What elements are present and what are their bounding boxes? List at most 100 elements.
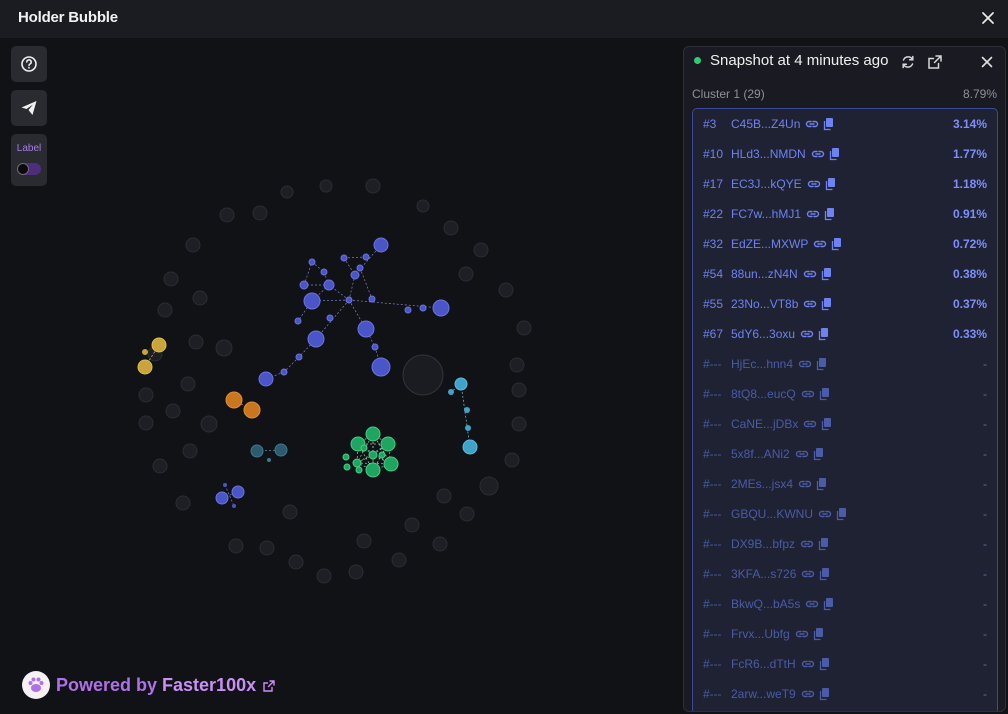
bubble[interactable] bbox=[416, 199, 430, 213]
bubble[interactable] bbox=[404, 517, 420, 533]
holder-bubble[interactable] bbox=[464, 407, 470, 413]
holder-address[interactable]: GBQU...KWNU bbox=[731, 507, 813, 521]
holder-address[interactable]: FcR6...dTtH bbox=[731, 657, 796, 671]
holder-bubble[interactable] bbox=[267, 458, 271, 462]
bubble[interactable] bbox=[152, 458, 168, 474]
copy-icon[interactable] bbox=[819, 567, 831, 586]
bubble[interactable] bbox=[473, 242, 489, 258]
link-icon[interactable] bbox=[813, 237, 827, 256]
copy-icon[interactable] bbox=[816, 477, 828, 496]
holder-row[interactable]: #--- Frvx...Ubfg - bbox=[693, 619, 997, 649]
holder-address[interactable]: 23No...VT8b bbox=[731, 297, 798, 311]
bubble[interactable] bbox=[163, 271, 179, 287]
holder-address[interactable]: Frvx...Ubfg bbox=[731, 627, 790, 641]
holder-row[interactable]: #--- DX9B...bfpz - bbox=[693, 529, 997, 559]
bubble[interactable] bbox=[259, 540, 275, 556]
link-icon[interactable] bbox=[811, 147, 825, 166]
holder-address[interactable]: 88un...zN4N bbox=[731, 267, 798, 281]
holder-bubble[interactable] bbox=[380, 436, 396, 452]
holder-address[interactable]: C45B...Z4Un bbox=[731, 117, 800, 131]
bubble[interactable] bbox=[436, 488, 452, 504]
holder-bubble[interactable] bbox=[323, 279, 335, 291]
bubble[interactable] bbox=[288, 554, 304, 570]
bubble[interactable] bbox=[459, 506, 475, 522]
bubble[interactable] bbox=[188, 334, 204, 350]
copy-icon[interactable] bbox=[823, 117, 835, 136]
copy-icon[interactable] bbox=[816, 357, 828, 376]
copy-icon[interactable] bbox=[821, 267, 833, 286]
bubble[interactable] bbox=[432, 536, 448, 552]
copy-icon[interactable] bbox=[818, 537, 830, 556]
telegram-button[interactable] bbox=[11, 90, 47, 126]
bubble[interactable] bbox=[443, 220, 459, 236]
holder-address[interactable]: BkwQ...bA5s bbox=[731, 597, 800, 611]
bubble[interactable] bbox=[319, 179, 333, 193]
link-icon[interactable] bbox=[805, 597, 819, 616]
holder-bubble[interactable] bbox=[223, 483, 227, 487]
copy-icon[interactable] bbox=[813, 447, 825, 466]
copy-icon[interactable] bbox=[818, 327, 830, 346]
bubble[interactable] bbox=[504, 452, 520, 468]
copy-icon[interactable] bbox=[819, 387, 831, 406]
bubble[interactable] bbox=[138, 415, 154, 431]
close-icon[interactable] bbox=[978, 8, 998, 28]
bubble[interactable] bbox=[356, 533, 372, 549]
holder-bubble[interactable] bbox=[371, 343, 379, 351]
holder-row[interactable]: #--- FcR6...dTtH - bbox=[693, 649, 997, 679]
link-icon[interactable] bbox=[818, 507, 832, 526]
link-icon[interactable] bbox=[798, 477, 812, 496]
holder-address[interactable]: FC7w...hMJ1 bbox=[731, 207, 801, 221]
link-icon[interactable] bbox=[801, 687, 815, 706]
bubble[interactable] bbox=[402, 354, 444, 396]
holder-row[interactable]: #--- 2arw...weT9 - bbox=[693, 679, 997, 709]
copy-icon[interactable] bbox=[821, 297, 833, 316]
bubble[interactable] bbox=[365, 178, 381, 194]
holder-bubble[interactable] bbox=[356, 264, 364, 272]
holder-address[interactable]: 3KFA...s726 bbox=[731, 567, 796, 581]
holder-address[interactable]: EdZE...MXWP bbox=[731, 237, 808, 251]
holder-bubble[interactable] bbox=[308, 258, 316, 266]
label-toggle[interactable] bbox=[17, 163, 41, 175]
bubble[interactable] bbox=[498, 282, 514, 298]
holder-bubble[interactable] bbox=[383, 456, 399, 472]
holder-bubble[interactable] bbox=[352, 458, 362, 468]
holder-row[interactable]: #10 HLd3...NMDN 1.77% bbox=[693, 139, 997, 169]
bubble[interactable] bbox=[182, 443, 198, 459]
bubble[interactable] bbox=[511, 416, 527, 432]
bubble[interactable] bbox=[165, 403, 181, 419]
holder-address[interactable]: HLd3...NMDN bbox=[731, 147, 806, 161]
copy-icon[interactable] bbox=[825, 177, 837, 196]
external-link-icon[interactable] bbox=[926, 53, 944, 71]
holder-row[interactable]: #17 EC3J...kQYE 1.18% bbox=[693, 169, 997, 199]
holder-row[interactable]: #--- 5x8f...ANi2 - bbox=[693, 439, 997, 469]
holder-bubble[interactable] bbox=[342, 453, 350, 461]
holder-row[interactable]: #--- 2MEs...jsx4 - bbox=[693, 469, 997, 499]
bubble[interactable] bbox=[348, 564, 364, 580]
copy-icon[interactable] bbox=[831, 237, 843, 256]
holder-bubble[interactable] bbox=[465, 425, 471, 431]
holder-bubble[interactable] bbox=[365, 462, 381, 478]
holder-bubble[interactable] bbox=[295, 353, 303, 361]
holder-bubble[interactable] bbox=[243, 401, 261, 419]
holder-row[interactable]: #55 23No...VT8b 0.37% bbox=[693, 289, 997, 319]
holder-bubble[interactable] bbox=[404, 306, 412, 314]
holder-bubble[interactable] bbox=[365, 426, 381, 442]
holder-bubble[interactable] bbox=[215, 491, 229, 505]
holder-bubble[interactable] bbox=[355, 466, 363, 474]
holder-bubble[interactable] bbox=[357, 320, 375, 338]
holder-address[interactable]: 5dY6...3oxu bbox=[731, 327, 795, 341]
holder-bubble[interactable] bbox=[340, 254, 348, 262]
bubble[interactable] bbox=[215, 339, 233, 357]
holder-address[interactable]: 2MEs...jsx4 bbox=[731, 477, 793, 491]
holder-address[interactable]: CaNE...jDBx bbox=[731, 417, 798, 431]
holder-row[interactable]: #3 C45B...Z4Un 3.14% bbox=[693, 109, 997, 139]
bubble[interactable] bbox=[280, 185, 294, 199]
bubble[interactable] bbox=[458, 266, 474, 282]
holder-bubble[interactable] bbox=[345, 296, 353, 304]
holder-row[interactable]: #--- 3KFA...s726 - bbox=[693, 559, 997, 589]
holder-bubble[interactable] bbox=[232, 504, 236, 508]
holder-address[interactable]: HjEc...hnn4 bbox=[731, 357, 793, 371]
help-button[interactable] bbox=[11, 46, 47, 82]
holder-bubble[interactable] bbox=[225, 391, 243, 409]
link-icon[interactable] bbox=[795, 627, 809, 646]
